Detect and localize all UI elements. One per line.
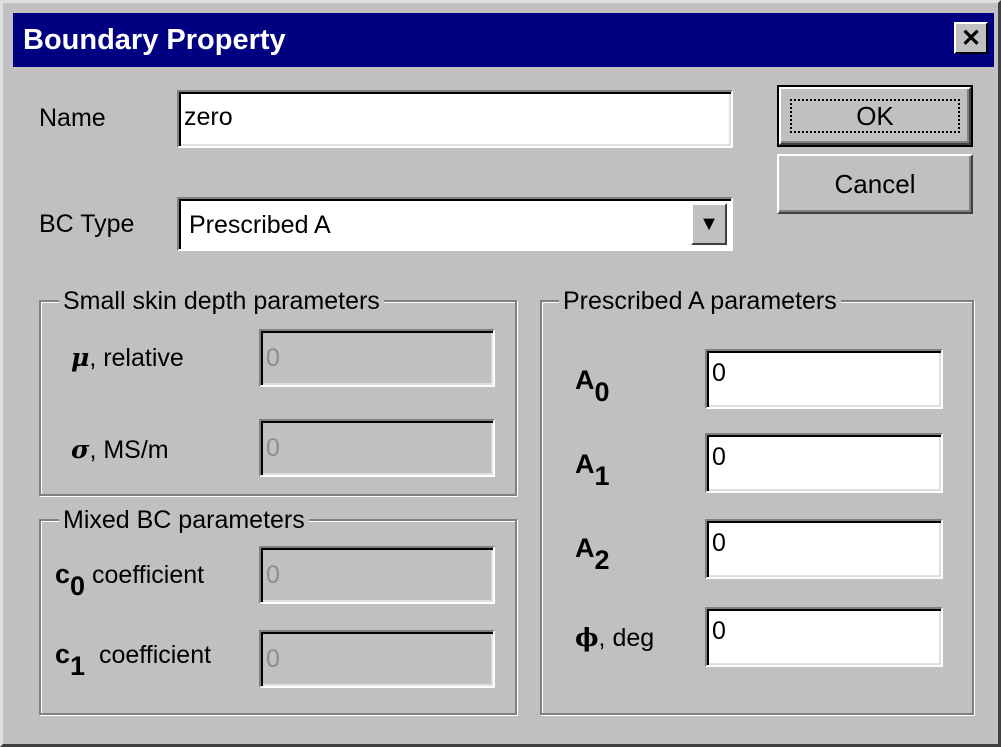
ok-button-label: OK bbox=[790, 99, 960, 133]
bc-type-label: BC Type bbox=[39, 210, 135, 238]
chevron-down-icon: ▼ bbox=[699, 212, 719, 235]
name-label: Name bbox=[39, 104, 106, 132]
a2-input[interactable]: 0 bbox=[705, 519, 943, 579]
dialog-title: Boundary Property bbox=[23, 24, 286, 56]
a2-label: A2 bbox=[575, 533, 610, 575]
mu-label: μ, relative bbox=[71, 343, 184, 372]
c0-label: c0 coefficient bbox=[55, 559, 205, 601]
name-input[interactable]: zero bbox=[177, 90, 733, 148]
skin-depth-legend: Small skin depth parameters bbox=[59, 287, 384, 316]
a0-label: A0 bbox=[575, 365, 610, 407]
close-button[interactable]: ✕ bbox=[954, 22, 988, 54]
bc-type-select[interactable]: Prescribed A ▼ bbox=[177, 197, 733, 251]
bc-type-value: Prescribed A bbox=[189, 211, 331, 239]
mu-relative-input: 0 bbox=[259, 329, 495, 387]
sigma-input: 0 bbox=[259, 419, 495, 477]
cancel-button[interactable]: Cancel bbox=[777, 154, 973, 214]
prescribed-a-legend: Prescribed A parameters bbox=[559, 287, 841, 316]
c1-label: c1 coefficient bbox=[55, 639, 212, 681]
a0-input[interactable]: 0 bbox=[705, 349, 943, 409]
c1-coefficient-input: 0 bbox=[259, 630, 495, 688]
dropdown-arrow-button[interactable]: ▼ bbox=[691, 203, 727, 245]
a1-label: A1 bbox=[575, 449, 610, 491]
mixed-bc-legend: Mixed BC parameters bbox=[59, 506, 309, 535]
sigma-label: σ, MS/m bbox=[71, 435, 169, 464]
a1-input[interactable]: 0 bbox=[705, 433, 943, 493]
phi-label: ϕ, deg bbox=[575, 623, 655, 652]
phi-input[interactable]: 0 bbox=[705, 607, 943, 667]
title-bar[interactable]: Boundary Property ✕ bbox=[13, 13, 994, 67]
boundary-property-dialog: Boundary Property ✕ Name zero OK Cancel … bbox=[0, 0, 1001, 747]
ok-button[interactable]: OK bbox=[777, 85, 973, 147]
c0-coefficient-input: 0 bbox=[259, 546, 495, 604]
close-icon: ✕ bbox=[960, 24, 982, 52]
